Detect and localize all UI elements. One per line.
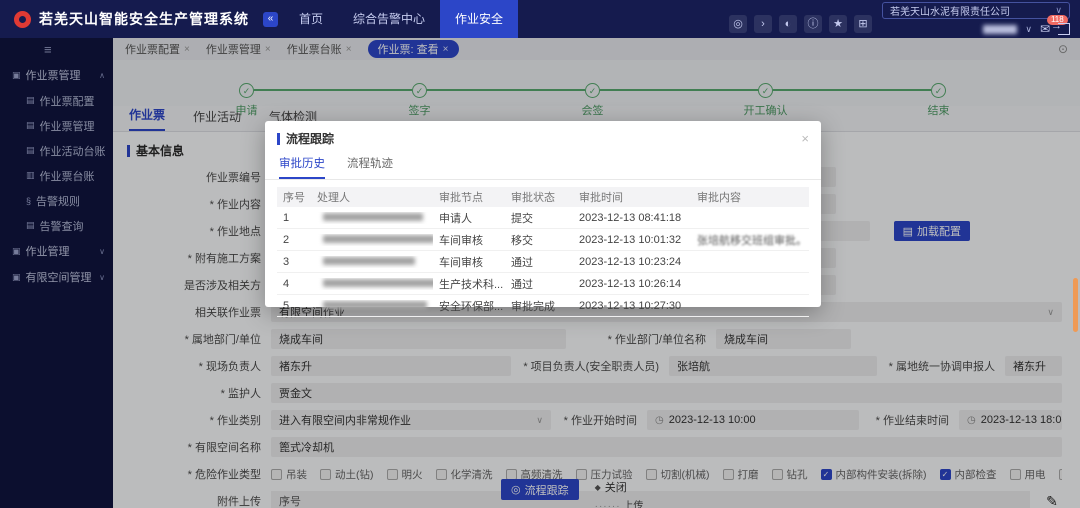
- col-no: 序号: [277, 189, 311, 205]
- modal-accent-bar: [277, 133, 280, 145]
- modal-header: 流程跟踪 ×: [265, 121, 821, 149]
- company-select-value: 若羌天山水泥有限责任公司: [890, 3, 1010, 18]
- col-handler: 处理人: [311, 189, 433, 205]
- col-content: 审批内容: [691, 189, 809, 205]
- cell-node: 生产技术科...: [433, 276, 505, 292]
- cell-status: 审批完成: [505, 298, 573, 314]
- col-time: 审批时间: [573, 189, 691, 205]
- table-row[interactable]: 2 车间审核 移交 2023-12-13 10:01:32 张培航移交班组审批。: [277, 229, 809, 251]
- cell-status: 通过: [505, 276, 573, 292]
- user-row: ∨ ✉ 118: [983, 22, 1070, 37]
- cell-time: 2023-12-13 10:27:30: [573, 300, 691, 312]
- header-icon-group: ◎ › ◐ ⓘ ★ ⊞: [729, 15, 872, 33]
- cell-time: 2023-12-13 08:41:18: [573, 212, 691, 224]
- top-nav: 首页 综合告警中心 作业安全: [284, 0, 518, 38]
- cell-time: 2023-12-13 10:01:32: [573, 234, 691, 246]
- cell-status: 提交: [505, 210, 573, 226]
- handler-redacted: [323, 235, 433, 243]
- chevron-down-icon: ∨: [1055, 5, 1062, 16]
- company-select[interactable]: 若羌天山水泥有限责任公司 ∨: [882, 2, 1070, 19]
- modal-tabs: 审批历史 流程轨迹: [265, 149, 821, 180]
- tab-process-trace[interactable]: 流程轨迹: [347, 155, 393, 179]
- cell-time: 2023-12-13 10:26:14: [573, 278, 691, 290]
- brand-logo-icon: [14, 11, 31, 28]
- layout-grid-icon[interactable]: ⊞: [854, 15, 872, 33]
- app-title: 若羌天山智能安全生产管理系统: [39, 9, 249, 29]
- handler-redacted: [323, 213, 423, 221]
- cell-status: 通过: [505, 254, 573, 270]
- cell-time: 2023-12-13 10:23:24: [573, 256, 691, 268]
- app-header: 若羌天山智能安全生产管理系统 « 首页 综合告警中心 作业安全 ◎ › ◐ ⓘ …: [0, 0, 1080, 38]
- table-row[interactable]: 5 安全环保部... 审批完成 2023-12-13 10:27:30: [277, 295, 809, 317]
- cell-node: 车间审核: [433, 254, 505, 270]
- handler-redacted: [323, 301, 427, 309]
- cell-no: 5: [277, 300, 311, 312]
- header-right: ◎ › ◐ ⓘ ★ ⊞ 若羌天山水泥有限责任公司 ∨ ∨ ✉ 118: [729, 2, 1070, 37]
- table-row[interactable]: 3 车间审核 通过 2023-12-13 10:23:24: [277, 251, 809, 273]
- cell-no: 2: [277, 234, 311, 246]
- table-row[interactable]: 1 申请人 提交 2023-12-13 08:41:18: [277, 207, 809, 229]
- cell-node: 安全环保部...: [433, 298, 505, 314]
- handler-redacted: [323, 257, 415, 265]
- modal-title: 流程跟踪: [286, 130, 334, 147]
- table-row[interactable]: 4 生产技术科... 通过 2023-12-13 10:26:14: [277, 273, 809, 295]
- modal-close-icon[interactable]: ×: [801, 132, 809, 145]
- message-icon[interactable]: ✉ 118: [1040, 22, 1050, 36]
- header-account-column: 若羌天山水泥有限责任公司 ∨ ∨ ✉ 118: [882, 2, 1070, 37]
- cell-no: 3: [277, 256, 311, 268]
- cell-no: 4: [277, 278, 311, 290]
- cell-node: 车间审核: [433, 232, 505, 248]
- user-name-redacted[interactable]: [983, 25, 1017, 34]
- app-root: 若羌天山智能安全生产管理系统 « 首页 综合告警中心 作业安全 ◎ › ◐ ⓘ …: [0, 0, 1080, 508]
- col-node: 审批节点: [433, 189, 505, 205]
- vertical-scrollbar[interactable]: [1073, 278, 1078, 332]
- logout-icon[interactable]: [1058, 23, 1070, 35]
- user-caret-icon[interactable]: ∨: [1025, 24, 1032, 35]
- nav-collapse-icon[interactable]: «: [263, 12, 278, 27]
- nav-item-work-safety[interactable]: 作业安全: [440, 0, 518, 38]
- fullscreen-icon[interactable]: ◎: [729, 15, 747, 33]
- info-icon[interactable]: ⓘ: [804, 15, 822, 33]
- table-header-row: 序号 处理人 审批节点 审批状态 审批时间 审批内容: [277, 187, 809, 207]
- theme-contrast-icon[interactable]: ◐: [779, 15, 797, 33]
- col-status: 审批状态: [505, 189, 573, 205]
- star-icon[interactable]: ★: [829, 15, 847, 33]
- nav-item-home[interactable]: 首页: [284, 0, 338, 38]
- handler-redacted: [323, 279, 433, 287]
- cell-content: 张培航移交班组审批。: [691, 232, 809, 248]
- cell-node: 申请人: [433, 210, 505, 226]
- approval-history-table: 序号 处理人 审批节点 审批状态 审批时间 审批内容 1 申请人 提交 2023…: [277, 187, 809, 317]
- cell-no: 1: [277, 212, 311, 224]
- process-track-modal: 流程跟踪 × 审批历史 流程轨迹 序号 处理人 审批节点 审批状态 审批时间 审…: [265, 121, 821, 307]
- nav-item-alarm-center[interactable]: 综合告警中心: [338, 0, 440, 38]
- tab-approval-history[interactable]: 审批历史: [279, 155, 325, 179]
- arrow-icon[interactable]: ›: [754, 15, 772, 33]
- cell-status: 移交: [505, 232, 573, 248]
